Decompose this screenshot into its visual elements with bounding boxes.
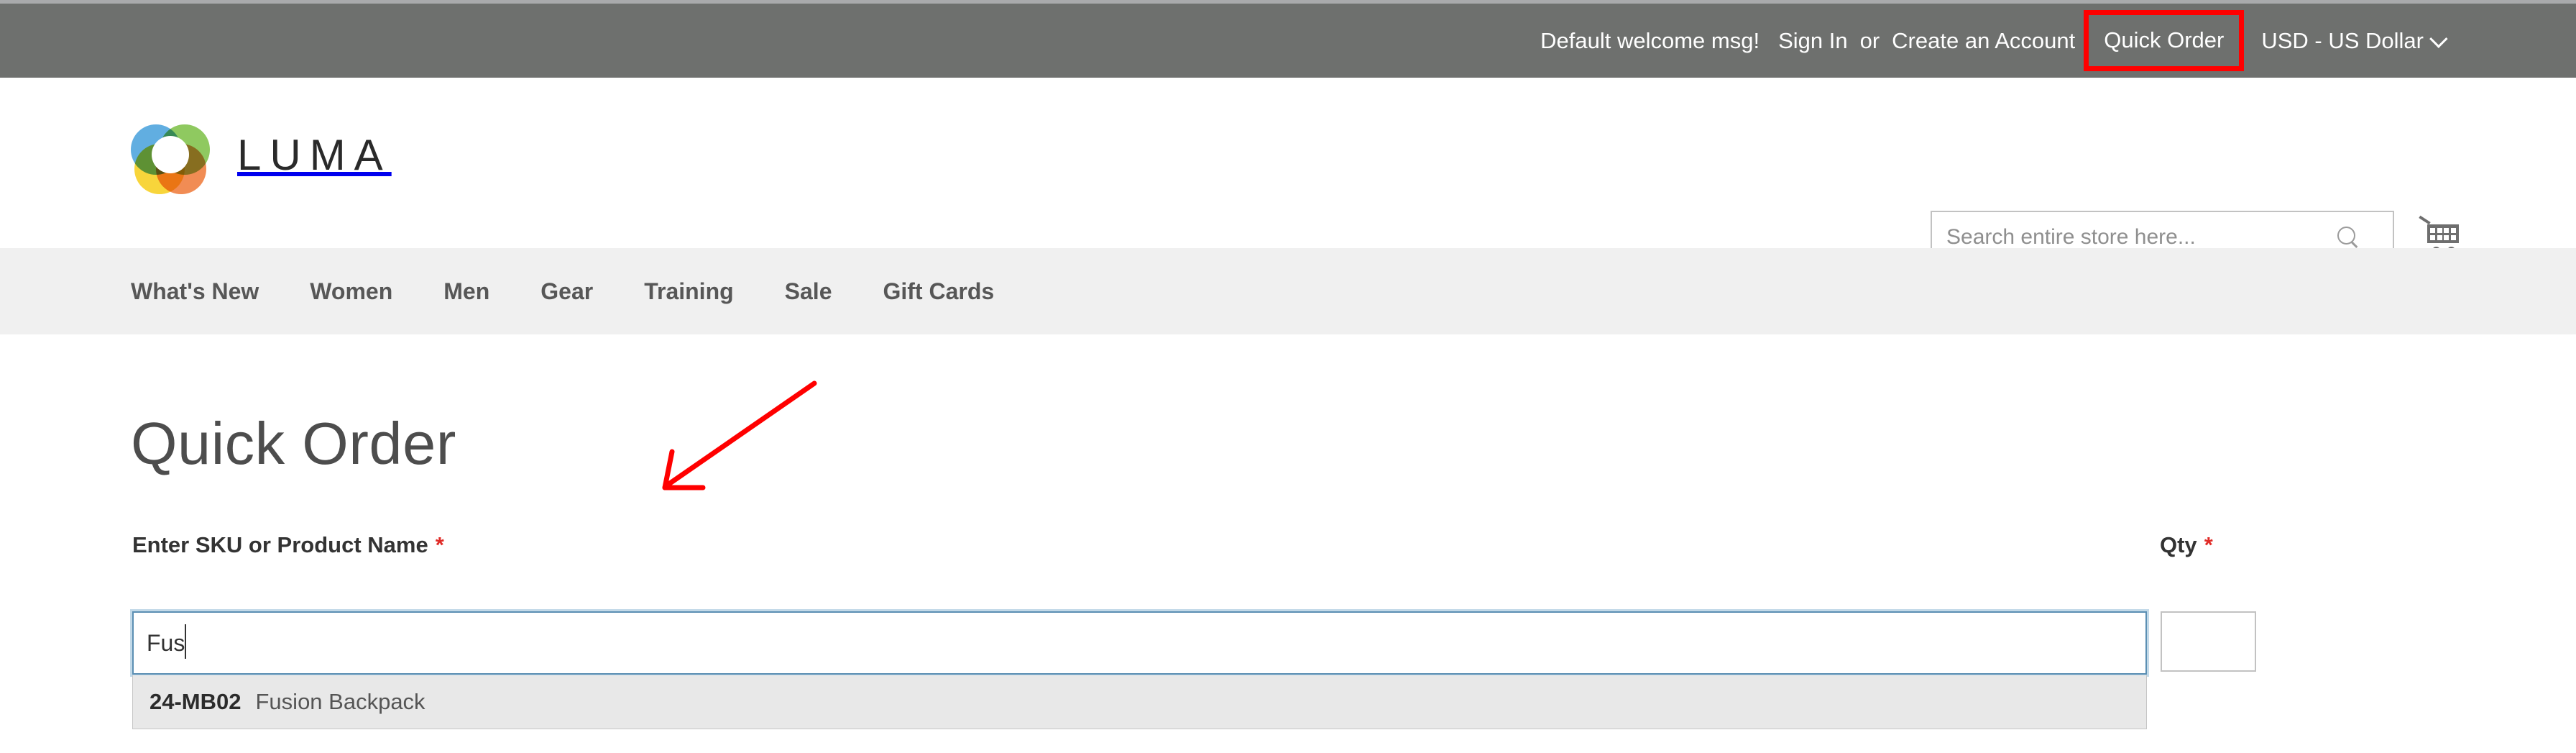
sku-required-marker: *: [435, 532, 444, 557]
sign-in-link[interactable]: Sign In: [1778, 28, 1848, 54]
sku-input[interactable]: [130, 609, 2149, 677]
sku-label-text: Enter SKU or Product Name: [132, 532, 428, 557]
qty-input-wrapper[interactable]: [2161, 611, 2256, 672]
qty-field-label: Qty *: [2160, 532, 2213, 558]
site-header: LUMA: [0, 78, 2576, 263]
currency-label: USD - US Dollar: [2261, 27, 2424, 53]
annotation-arrow-icon: [662, 380, 817, 490]
logo-wordmark: LUMA: [237, 130, 392, 179]
sku-input-wrapper[interactable]: [130, 609, 2149, 677]
nav-item-gift-cards[interactable]: Gift Cards: [883, 278, 994, 305]
nav-list: What's New Women Men Gear Training Sale …: [131, 248, 1045, 334]
page-title: Quick Order: [131, 409, 456, 477]
list-item[interactable]: 24-MB02 Fusion Backpack: [133, 675, 2146, 729]
nav-item-sale[interactable]: Sale: [785, 278, 832, 305]
sku-field-label: Enter SKU or Product Name *: [132, 532, 444, 558]
text-cursor: [185, 624, 186, 659]
welcome-message: Default welcome msg!: [1540, 27, 1760, 53]
qty-required-marker: *: [2204, 532, 2213, 557]
nav-item-men[interactable]: Men: [443, 278, 489, 305]
main-navigation: What's New Women Men Gear Training Sale …: [0, 248, 2576, 334]
qty-input[interactable]: [2161, 611, 2256, 672]
or-text: or: [1859, 27, 1880, 53]
logo-link[interactable]: LUMA: [131, 115, 392, 194]
nav-item-women[interactable]: Women: [310, 278, 392, 305]
suggestion-sku: 24-MB02: [150, 689, 242, 714]
create-account-link[interactable]: Create an Account: [1892, 28, 2075, 54]
nav-item-gear[interactable]: Gear: [540, 278, 593, 305]
luma-rings-logo-icon: [131, 115, 210, 194]
quick-order-link[interactable]: Quick Order: [2104, 27, 2224, 53]
search-icon[interactable]: [2337, 226, 2359, 248]
suggestion-name: Fusion Backpack: [255, 689, 426, 714]
nav-item-training[interactable]: Training: [644, 278, 733, 305]
qty-label-text: Qty: [2160, 532, 2197, 557]
currency-switcher[interactable]: USD - US Dollar: [2261, 27, 2448, 54]
sku-autocomplete-dropdown[interactable]: 24-MB02 Fusion Backpack: [132, 675, 2147, 729]
quick-order-highlight-box: Quick Order: [2084, 10, 2245, 71]
top-bar-links: Default welcome msg! Sign In or Create a…: [1540, 4, 2448, 78]
nav-item-whats-new[interactable]: What's New: [131, 278, 259, 305]
